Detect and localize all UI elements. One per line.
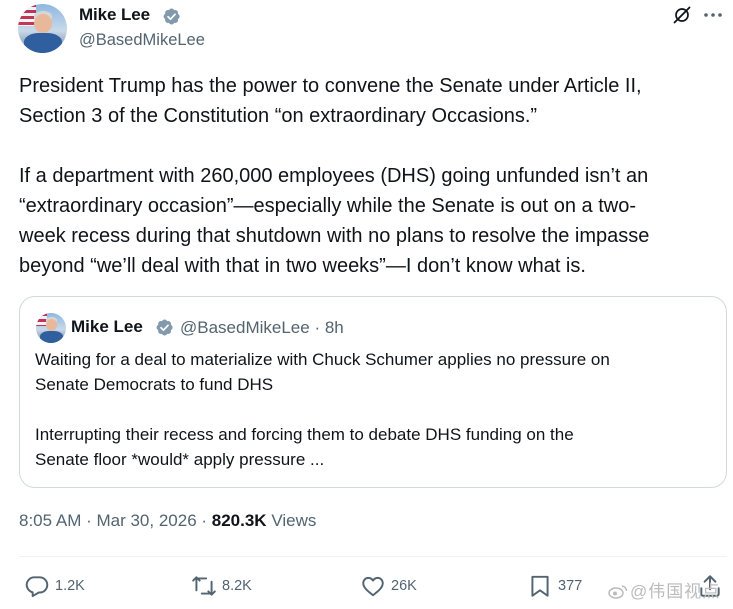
quote-line: Waiting for a deal to materialize with C… — [35, 350, 610, 369]
reply-icon — [25, 576, 49, 598]
verified-badge-icon — [156, 319, 173, 336]
tweet-line: If a department with 260,000 employees (… — [19, 165, 649, 187]
quote-text: Waiting for a deal to materialize with C… — [35, 347, 715, 472]
tweet-line: Section 3 of the Constitution “on extrao… — [19, 105, 538, 127]
bookmark-icon — [531, 575, 549, 597]
author-name[interactable]: Mike Lee — [79, 5, 150, 25]
quote-author-avatar[interactable] — [36, 313, 66, 343]
grok-icon[interactable] — [672, 5, 692, 25]
bookmark-button[interactable]: 377 — [527, 573, 582, 599]
reply-button[interactable]: 1.2K — [24, 573, 85, 599]
tweet-line: President Trump has the power to convene… — [19, 75, 642, 97]
quote-line: Interrupting their recess and forcing th… — [35, 425, 574, 444]
views-label: Views — [266, 511, 317, 530]
quote-author-name[interactable]: Mike Lee — [71, 317, 143, 337]
watermark-text: @伟国视点 — [630, 582, 721, 601]
author-handle[interactable]: @BasedMikeLee — [79, 31, 205, 50]
repost-button[interactable]: 8.2K — [191, 573, 252, 599]
watermark: @伟国视点 — [608, 577, 720, 602]
tweet-line: “extraordinary occasion”—especially whil… — [19, 195, 636, 217]
quote-handle-time: @BasedMikeLee · 8h — [180, 318, 344, 337]
repost-count: 8.2K — [222, 578, 252, 594]
tweet-text: President Trump has the power to convene… — [19, 71, 724, 281]
like-icon — [362, 576, 384, 597]
views-count: 820.3K — [211, 511, 267, 530]
author-avatar[interactable] — [18, 4, 67, 53]
tweet-line: beyond “we’ll deal with that in two week… — [19, 255, 586, 277]
tweet-line: week recess during that shutdown with no… — [19, 225, 650, 247]
quote-line: Senate Democrats to fund DHS — [35, 375, 274, 394]
verified-badge-icon — [163, 8, 180, 25]
like-button[interactable]: 26K — [360, 573, 417, 599]
bookmark-count: 377 — [558, 578, 583, 594]
weibo-logo-icon — [608, 585, 628, 599]
quote-line: Senate floor *would* apply pressure ... — [35, 450, 325, 469]
divider — [19, 556, 727, 557]
quoted-tweet-card[interactable]: Mike Lee @BasedMikeLee · 8h Waiting for … — [19, 296, 727, 488]
timestamp[interactable]: 8:05 AM · Mar 30, 2026 · — [19, 511, 212, 530]
repost-icon — [192, 576, 216, 596]
reply-count: 1.2K — [55, 578, 85, 594]
tweet-meta: 8:05 AM · Mar 30, 2026 · 820.3K Views — [19, 511, 316, 531]
like-count: 26K — [391, 578, 417, 594]
more-icon[interactable] — [704, 13, 722, 17]
